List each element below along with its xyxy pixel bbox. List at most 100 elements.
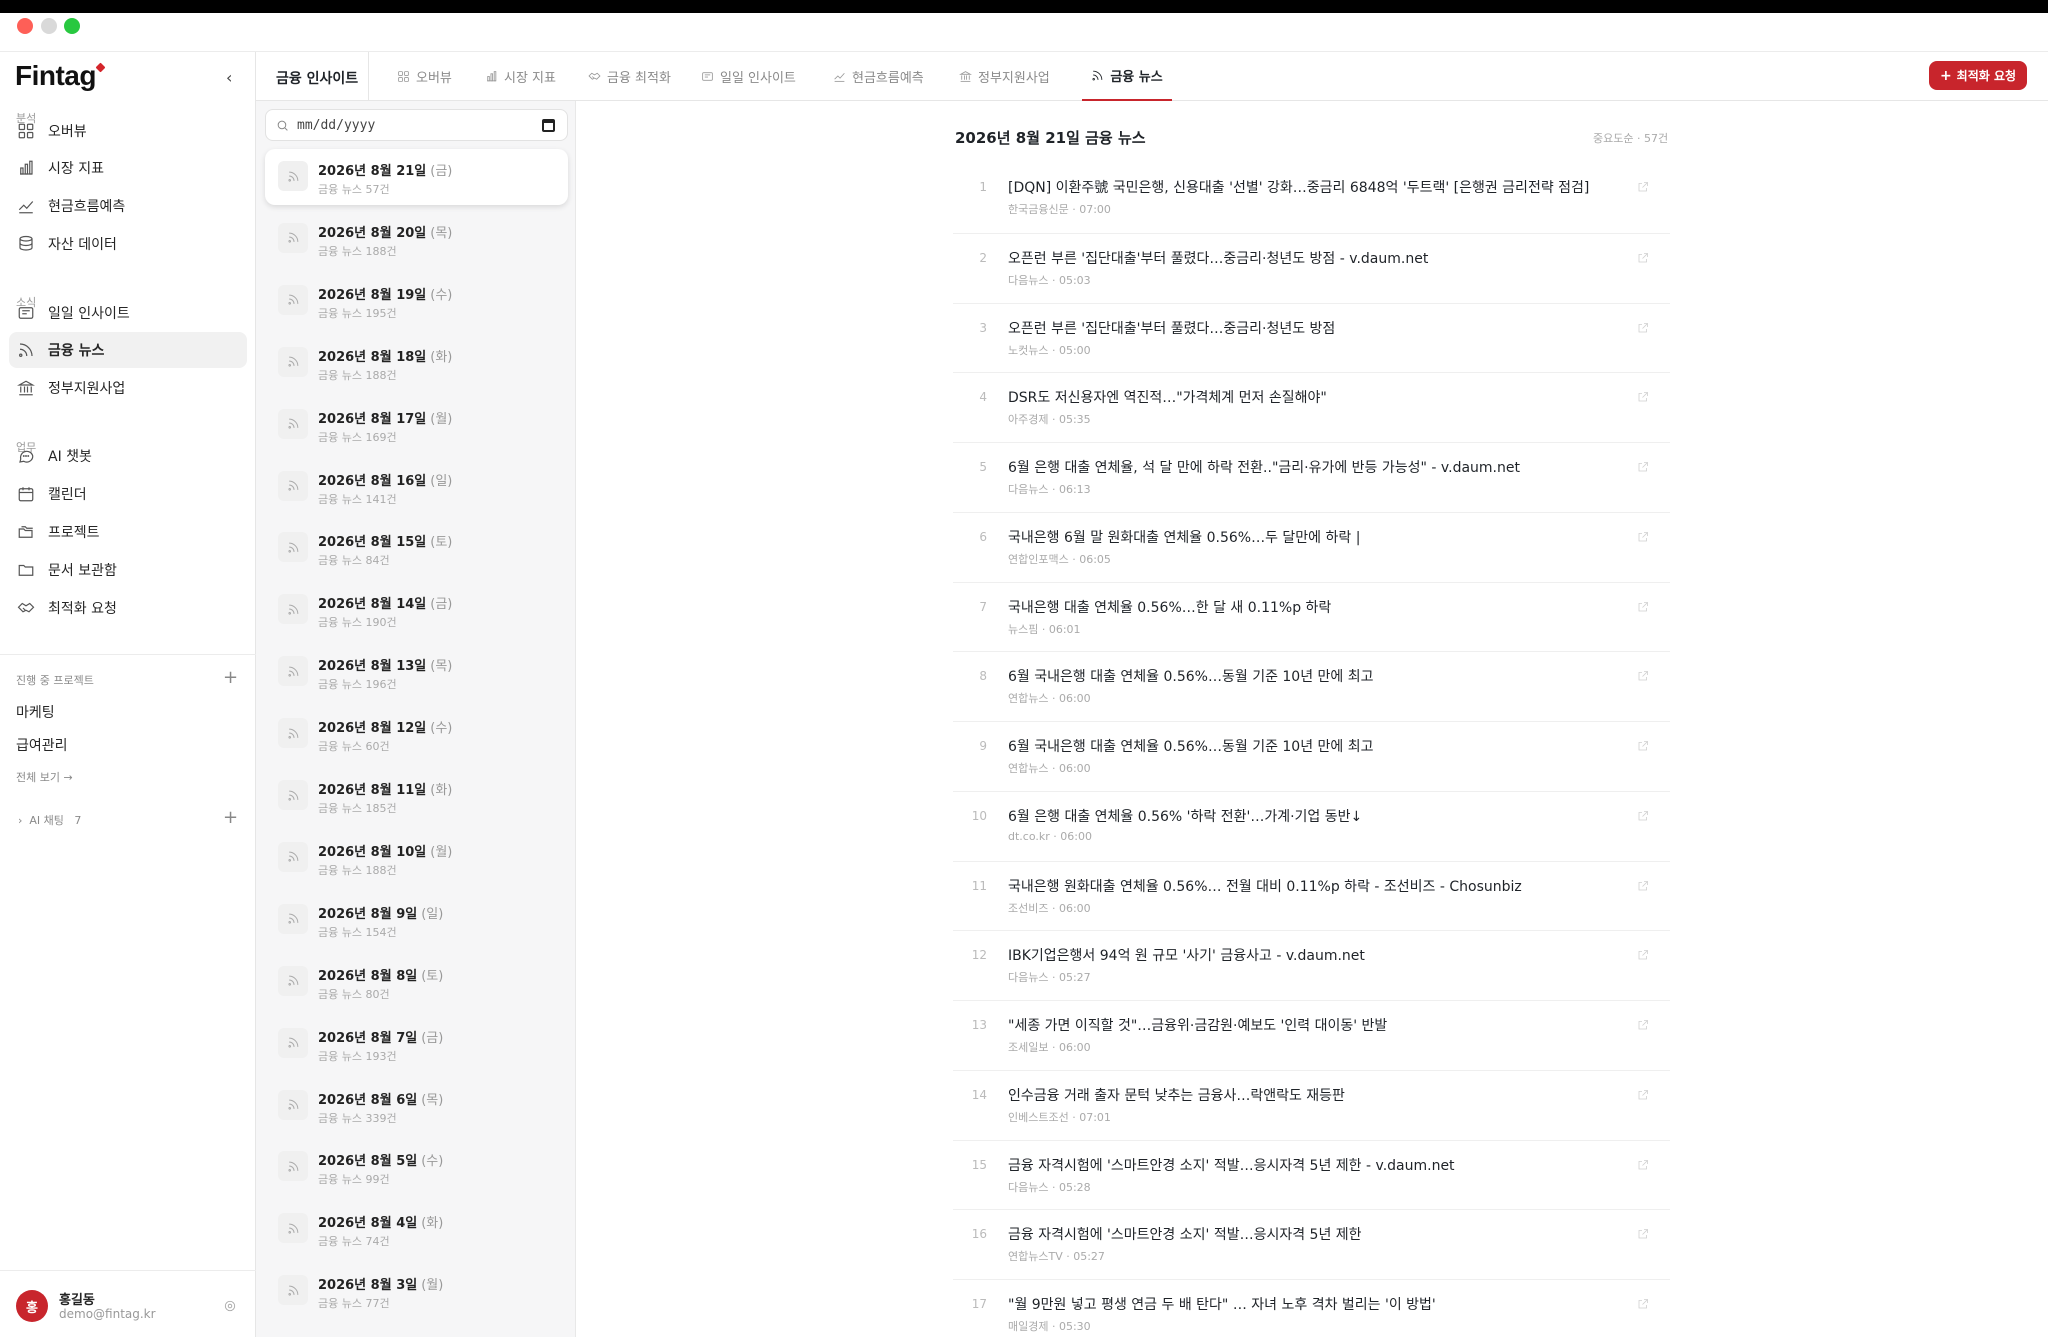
news-title[interactable]: 국내은행 원화대출 연체율 0.56%… 전월 대비 0.11%p 하락 - 조…	[1008, 876, 1522, 896]
external-link-icon[interactable]	[1637, 319, 1649, 332]
external-link-icon[interactable]	[1637, 807, 1649, 821]
news-title[interactable]: 6월 국내은행 대출 연체율 0.56%…동월 기준 10년 만에 최고	[1008, 736, 1374, 756]
news-row[interactable]: 1 [DQN] 이환주號 국민은행, 신용대출 '선별' 강화…중금리 6848억…	[953, 163, 1670, 233]
news-title[interactable]: 6월 은행 대출 연체율 0.56% '하락 전환'…가계·기업 동반↓	[1008, 806, 1362, 826]
date-filter-input[interactable]: mm/dd/yyyy	[265, 109, 568, 141]
news-title[interactable]: 국내은행 대출 연체율 0.56%…한 달 새 0.11%p 하락	[1008, 597, 1331, 617]
date-list-item[interactable]: 2026년 8월 3일 (월) 금융 뉴스 77건	[265, 1263, 568, 1319]
news-row[interactable]: 11 국내은행 원화대출 연체율 0.56%… 전월 대비 0.11%p 하락 -…	[953, 860, 1670, 931]
news-title[interactable]: 금융 자격시험에 '스마트안경 소지' 적발…응시자격 5년 제한 - v.da…	[1008, 1155, 1455, 1175]
date-list-item[interactable]: 2026년 8월 7일 (금) 금융 뉴스 193건	[265, 1016, 568, 1072]
tab-newspaper[interactable]: 일일 인사이트	[701, 52, 796, 101]
external-link-icon[interactable]	[1637, 737, 1649, 751]
news-title[interactable]: [DQN] 이환주號 국민은행, 신용대출 '선별' 강화…중금리 6848억 …	[1008, 177, 1589, 197]
sidebar-item-calendar[interactable]: 캘린더	[9, 476, 247, 512]
sidebar-item-grid[interactable]: 오버뷰	[9, 113, 247, 149]
tab-bank[interactable]: 정부지원사업	[959, 52, 1050, 101]
news-row[interactable]: 9 6월 국내은행 대출 연체율 0.56%…동월 기준 10년 만에 최고 연합뉴…	[953, 721, 1670, 791]
date-list-item[interactable]: 2026년 8월 16일 (일) 금융 뉴스 141건	[265, 459, 568, 515]
external-link-icon[interactable]	[1637, 178, 1649, 192]
news-row[interactable]: 10 6월 은행 대출 연체율 0.56% '하락 전환'…가계·기업 동반↓ dt…	[953, 790, 1670, 861]
news-title[interactable]: 금융 자격시험에 '스마트안경 소지' 적발…응시자격 5년 제한	[1008, 1224, 1362, 1244]
date-list-item[interactable]: 2026년 8월 5일 (수) 금융 뉴스 99건	[265, 1139, 568, 1195]
external-link-icon[interactable]	[1637, 1156, 1649, 1169]
window-minimize-button[interactable]	[41, 18, 57, 34]
external-link-icon[interactable]	[1637, 1225, 1649, 1239]
window-close-button[interactable]	[17, 18, 33, 34]
date-list-item[interactable]: 2026년 8월 18일 (화) 금융 뉴스 188건	[265, 335, 568, 391]
calendar-icon[interactable]	[542, 119, 555, 132]
news-row[interactable]: 2 오픈런 부른 '집단대출'부터 풀렸다…중금리·청년도 방점 - v.daum…	[953, 232, 1670, 303]
add-project-icon[interactable]: +	[223, 667, 238, 688]
tab-trend-line[interactable]: 현금흐름예측	[833, 52, 924, 101]
external-link-icon[interactable]	[1637, 458, 1649, 472]
news-title[interactable]: 6월 은행 대출 연체율, 석 달 만에 하락 전환.."금리·유가에 반등 가…	[1008, 457, 1520, 477]
news-title[interactable]: DSR도 저신용자엔 역진적…"가격체계 먼저 손질해야"	[1008, 387, 1327, 407]
news-row[interactable]: 17 "월 9만원 넣고 평생 연금 두 배 탄다" … 자녀 노후 격차 벌리는…	[953, 1279, 1670, 1337]
sidebar-collapse-icon[interactable]: ‹	[226, 68, 232, 87]
sidebar-item-folders[interactable]: 프로젝트	[9, 514, 247, 550]
sidebar-item-newspaper[interactable]: 일일 인사이트	[9, 295, 247, 331]
external-link-icon[interactable]	[1637, 528, 1649, 542]
sidebar-item-folder[interactable]: 문서 보관함	[9, 552, 247, 588]
date-list-item[interactable]: 2026년 8월 10일 (월) 금융 뉴스 188건	[265, 830, 568, 886]
date-list-item[interactable]: 2026년 8월 4일 (화) 금융 뉴스 74건	[265, 1201, 568, 1257]
date-list-item[interactable]: 2026년 8월 15일 (토) 금융 뉴스 84건	[265, 520, 568, 576]
external-link-icon[interactable]	[1637, 1295, 1649, 1309]
news-row[interactable]: 16 금융 자격시험에 '스마트안경 소지' 적발…응시자격 5년 제한 연합뉴스T…	[953, 1209, 1670, 1279]
external-link-icon[interactable]	[1637, 388, 1649, 402]
news-row[interactable]: 6 국내은행 6월 말 원화대출 연체율 0.56%…두 달만에 하락 | 연합인포…	[953, 511, 1670, 582]
date-list-item[interactable]: 2026년 8월 20일 (목) 금융 뉴스 188건	[265, 211, 568, 267]
project-item[interactable]: 급여관리	[16, 735, 68, 755]
tab-grid[interactable]: 오버뷰	[397, 52, 452, 101]
news-title[interactable]: 인수금융 거래 출자 문턱 낮추는 금융사…락앤락도 재등판	[1008, 1085, 1345, 1105]
date-list-item[interactable]: 2026년 8월 6일 (목) 금융 뉴스 339건	[265, 1078, 568, 1134]
news-row[interactable]: 13 "세종 가면 이직할 것"…금융위·금감원·예보도 '인력 대이동' 반발 조…	[953, 1000, 1670, 1070]
date-list-item[interactable]: 2026년 8월 17일 (월) 금융 뉴스 169건	[265, 397, 568, 453]
external-link-icon[interactable]	[1637, 667, 1649, 681]
sidebar-item-chat-bubble[interactable]: AI 챗봇	[9, 438, 247, 474]
sidebar-item-bar-chart[interactable]: 시장 지표	[9, 150, 247, 186]
news-row[interactable]: 3 오픈런 부른 '집단대출'부터 풀렸다…중금리·청년도 방점 노컷뉴스 · 05…	[953, 302, 1670, 373]
news-row[interactable]: 8 6월 국내은행 대출 연체율 0.56%…동월 기준 10년 만에 최고 연합뉴…	[953, 651, 1670, 721]
tab-handshake[interactable]: 금융 최적화	[588, 52, 671, 101]
news-title[interactable]: "세종 가면 이직할 것"…금융위·금감원·예보도 '인력 대이동' 반발	[1008, 1015, 1387, 1035]
date-list-item[interactable]: 2026년 8월 9일 (일) 금융 뉴스 154건	[265, 892, 568, 948]
add-ai-chat-icon[interactable]: +	[223, 807, 238, 828]
news-row[interactable]: 12 IBK기업은행서 94억 원 규모 '사기' 금융사고 - v.daum.n…	[953, 930, 1670, 1000]
news-row[interactable]: 15 금융 자격시험에 '스마트안경 소지' 적발…응시자격 5년 제한 - v.…	[953, 1139, 1670, 1210]
external-link-icon[interactable]	[1637, 877, 1649, 890]
user-profile[interactable]: 홍 홍길동 demo@fintag.kr	[0, 1270, 256, 1337]
news-title[interactable]: 오픈런 부른 '집단대출'부터 풀렸다…중금리·청년도 방점 - v.daum.…	[1008, 248, 1428, 268]
sidebar-item-rss[interactable]: 금융 뉴스	[9, 332, 247, 368]
date-list-item[interactable]: 2026년 8월 21일 (금) 금융 뉴스 57건	[265, 149, 568, 205]
date-list-item[interactable]: 2026년 8월 19일 (수) 금융 뉴스 195건	[265, 273, 568, 329]
news-row[interactable]: 4 DSR도 저신용자엔 역진적…"가격체계 먼저 손질해야" 아주경제 · 05:…	[953, 372, 1670, 442]
news-title[interactable]: 국내은행 6월 말 원화대출 연체율 0.56%…두 달만에 하락 |	[1008, 527, 1360, 547]
external-link-icon[interactable]	[1637, 1086, 1649, 1100]
news-title[interactable]: "월 9만원 넣고 평생 연금 두 배 탄다" … 자녀 노후 격차 벌리는 '…	[1008, 1294, 1436, 1314]
external-link-icon[interactable]	[1637, 946, 1649, 960]
ai-chat-toggle[interactable]: › AI 채팅 7	[18, 812, 81, 828]
date-list-item[interactable]: 2026년 8월 11일 (화) 금융 뉴스 185건	[265, 768, 568, 824]
request-optimization-button[interactable]: + 최적화 요청	[1929, 61, 2027, 90]
settings-gear-icon[interactable]	[223, 1298, 239, 1314]
date-list-item[interactable]: 2026년 8월 8일 (토) 금융 뉴스 80건	[265, 954, 568, 1010]
external-link-icon[interactable]	[1637, 1016, 1649, 1030]
tab-bar-chart[interactable]: 시장 지표	[485, 52, 556, 101]
date-list-item[interactable]: 2026년 8월 12일 (수) 금융 뉴스 60건	[265, 706, 568, 762]
news-title[interactable]: 6월 국내은행 대출 연체율 0.56%…동월 기준 10년 만에 최고	[1008, 666, 1374, 686]
external-link-icon[interactable]	[1637, 249, 1649, 263]
news-title[interactable]: IBK기업은행서 94억 원 규모 '사기' 금융사고 - v.daum.net	[1008, 945, 1365, 965]
sidebar-item-trend-line[interactable]: 현금흐름예측	[9, 188, 247, 224]
logo[interactable]: Fintag	[15, 60, 106, 92]
news-title[interactable]: 오픈런 부른 '집단대출'부터 풀렸다…중금리·청년도 방점	[1008, 318, 1335, 338]
sidebar-item-handshake[interactable]: 최적화 요청	[9, 590, 247, 626]
news-row[interactable]: 14 인수금융 거래 출자 문턱 낮추는 금융사…락앤락도 재등판 인베스트조선 ·…	[953, 1069, 1670, 1140]
window-maximize-button[interactable]	[64, 18, 80, 34]
external-link-icon[interactable]	[1637, 598, 1649, 611]
date-list-item[interactable]: 2026년 8월 13일 (목) 금융 뉴스 196건	[265, 644, 568, 700]
news-row[interactable]: 5 6월 은행 대출 연체율, 석 달 만에 하락 전환.."금리·유가에 반등 …	[953, 442, 1670, 512]
sidebar-item-bank[interactable]: 정부지원사업	[9, 370, 247, 406]
project-item[interactable]: 마케팅	[16, 702, 55, 722]
